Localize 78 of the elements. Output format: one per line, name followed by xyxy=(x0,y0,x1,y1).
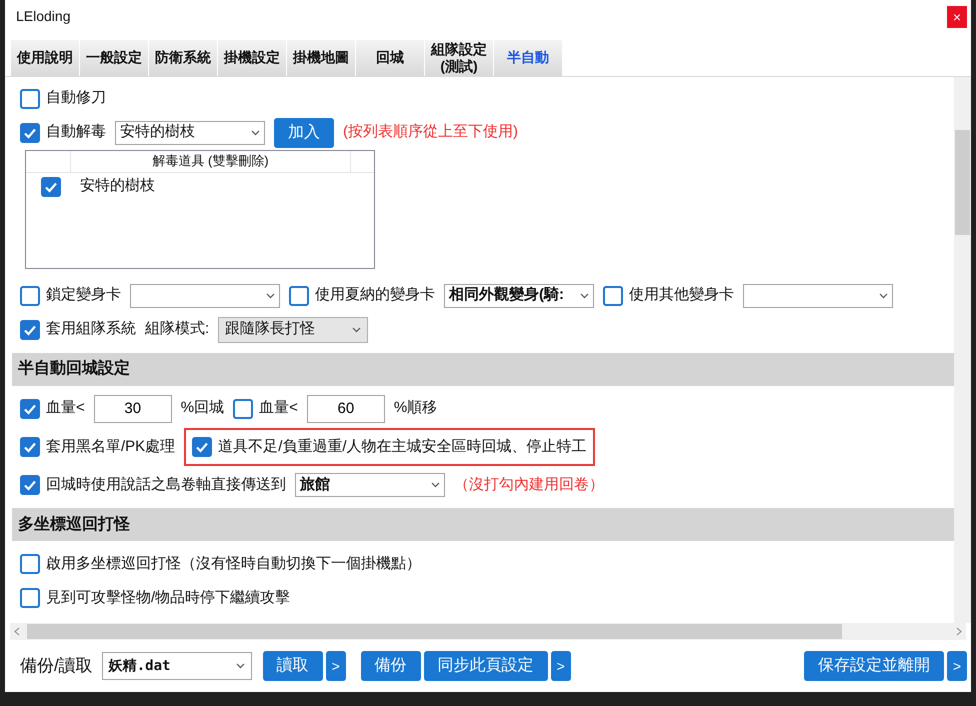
tab[interactable]: 使用說明 xyxy=(11,40,79,76)
combo-box[interactable] xyxy=(130,284,280,308)
checkbox[interactable] xyxy=(233,398,254,419)
checkbox-label: 啟用多坐標巡回打怪（沒有怪時自動切換下一個掛機點） xyxy=(46,554,421,574)
checkbox[interactable] xyxy=(20,475,40,496)
checkbox-label: 套用黑名單/PK處理 xyxy=(46,436,176,457)
checkbox-label: 回城時使用說話之島卷軸直接傳送到 xyxy=(46,474,286,495)
tab[interactable]: 半自動 xyxy=(494,40,562,76)
section-header: 多坐標巡回打怪 xyxy=(12,508,954,542)
caret-icon xyxy=(266,292,275,299)
checkbox-label: 見到可攻擊怪物/物品時停下繼續攻擊 xyxy=(46,588,290,608)
checkbox[interactable] xyxy=(20,320,40,340)
checkbox[interactable] xyxy=(20,554,40,574)
number-field[interactable]: 60 xyxy=(306,394,385,423)
checkbox[interactable] xyxy=(20,286,40,306)
scrollbar-thumb[interactable] xyxy=(955,130,970,235)
caret-icon xyxy=(251,130,260,136)
vertical-scrollbar[interactable] xyxy=(954,76,971,624)
column-header: 解毒道具 (雙擊刪除) xyxy=(71,150,351,172)
checkbox-label: 道具不足/負重過重/人物在主城安全區時回城、停止特工 xyxy=(218,436,587,457)
action-button[interactable]: 讀取 xyxy=(262,651,323,682)
more-button[interactable]: > xyxy=(947,651,967,682)
tab[interactable]: 掛機設定 xyxy=(218,40,286,76)
hint-text: (按列表順序從上至下使用) xyxy=(343,122,518,142)
combo-box[interactable] xyxy=(743,284,893,308)
hint-text: （沒打勾內建用回卷） xyxy=(454,474,604,495)
list-item[interactable]: 安特的樹枝 xyxy=(80,175,155,198)
caret-icon xyxy=(352,326,362,333)
checkbox-label: 使用夏納的變身卡 xyxy=(315,285,435,306)
backup-label: 備份/讀取 xyxy=(20,655,93,678)
section-header: 半自動回城設定 xyxy=(12,352,954,386)
file-combo-box[interactable]: 妖精.dat xyxy=(102,652,252,680)
field-label: 組隊模式: xyxy=(145,319,210,340)
checkbox[interactable] xyxy=(41,176,61,197)
horizontal-scrollbar[interactable] xyxy=(10,623,966,640)
checkbox[interactable] xyxy=(20,588,40,608)
more-button[interactable]: > xyxy=(326,651,346,682)
caret-icon xyxy=(879,292,888,299)
checkbox-label: 血量< xyxy=(259,398,298,418)
combo-box[interactable]: 旅館 xyxy=(295,473,445,498)
checkbox-label: 鎖定變身卡 xyxy=(46,285,121,306)
checkbox-label: 自動解毒 xyxy=(46,122,106,142)
tab[interactable]: 組隊設定 (測試) xyxy=(425,40,493,76)
tab[interactable]: 回城 xyxy=(356,40,424,76)
number-field[interactable]: 30 xyxy=(94,394,172,423)
action-button[interactable]: 備份 xyxy=(360,651,421,682)
window-title: LEloding xyxy=(16,7,70,26)
checkbox[interactable] xyxy=(20,122,40,143)
caret-icon xyxy=(580,292,589,299)
action-button[interactable]: 保存設定並離開 xyxy=(804,651,944,682)
checkbox[interactable] xyxy=(192,436,212,457)
caret-icon xyxy=(236,663,245,670)
checkbox[interactable] xyxy=(20,88,40,109)
checkbox[interactable] xyxy=(289,286,309,306)
caret-icon xyxy=(431,482,440,488)
close-button[interactable]: × xyxy=(947,6,967,28)
tab[interactable]: 防衛系統 xyxy=(149,40,217,76)
scrollbar-thumb[interactable] xyxy=(27,624,842,640)
chevron-right-icon[interactable] xyxy=(955,627,963,636)
more-button[interactable]: > xyxy=(550,651,571,682)
combo-box[interactable]: 相同外觀變身(騎: xyxy=(444,284,594,308)
checkbox-label: 使用其他變身卡 xyxy=(629,285,734,306)
combo-box[interactable]: 安特的樹枝 xyxy=(115,120,265,145)
dropdown[interactable]: 跟隨隊長打怪 xyxy=(218,316,368,343)
checkbox[interactable] xyxy=(20,436,40,457)
check-icon xyxy=(23,478,37,492)
checkbox[interactable] xyxy=(603,286,623,306)
checkbox[interactable] xyxy=(20,398,40,419)
checkbox-label: 自動修刀 xyxy=(46,88,106,108)
field-label: %順移 xyxy=(394,398,438,418)
chevron-left-icon[interactable] xyxy=(13,627,21,636)
tab[interactable]: 一般設定 xyxy=(80,40,148,76)
checkbox-label: 血量< xyxy=(46,398,85,418)
add-button[interactable]: 加入 xyxy=(274,118,334,148)
tab[interactable]: 掛機地圖 xyxy=(287,40,355,76)
action-button[interactable]: 同步此頁設定 xyxy=(424,651,548,682)
checkbox-label: 套用組隊系統 xyxy=(46,319,136,340)
field-label: %回城 xyxy=(180,398,224,418)
